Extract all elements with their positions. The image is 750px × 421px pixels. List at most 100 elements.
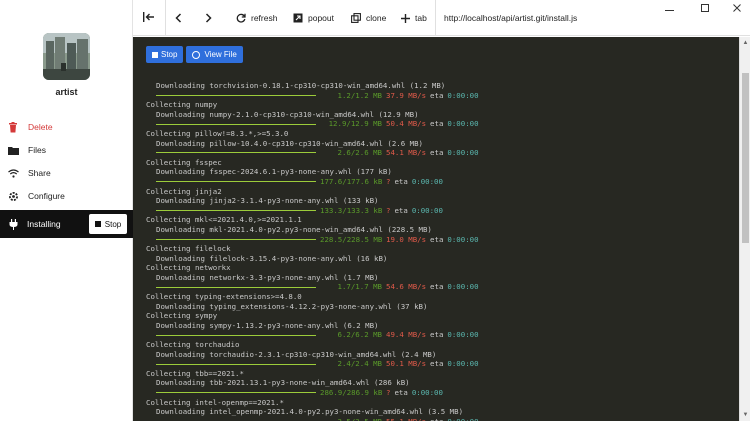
collapse-icon xyxy=(143,9,155,27)
terminal-panel: Stop View File Downloading torchvision-0… xyxy=(133,37,739,421)
log-line: Downloading networkx-3.3-py3-none-any.wh… xyxy=(156,272,379,282)
progress-line: 6.2/6.2 MB 49.4 MB/s eta 0:00:00 xyxy=(146,330,736,340)
progress-eta: 0:00:00 xyxy=(411,205,443,215)
progress-line: 3.5/3.5 MB55.1 MB/s eta 0:00:00 xyxy=(146,417,736,421)
progress-bar xyxy=(156,286,316,288)
scroll-thumb[interactable] xyxy=(742,73,749,243)
progress-eta: 0:00:00 xyxy=(411,176,443,186)
installing-label: Installing xyxy=(27,219,61,229)
terminal-stop-label: Stop xyxy=(161,50,178,59)
configure-button[interactable]: Configure xyxy=(0,185,133,207)
progress-eta: 0:00:00 xyxy=(447,417,478,421)
files-button[interactable]: Files xyxy=(0,139,133,161)
progress-speed: 49.4 MB/s xyxy=(386,330,427,340)
log-line: Downloading mkl-2021.4.0-py2.py3-none-wi… xyxy=(156,224,432,234)
configure-label: Configure xyxy=(28,191,65,201)
progress-eta: 0:00:00 xyxy=(447,282,479,292)
progress-eta: 0:00:00 xyxy=(447,148,479,158)
progress-eta-label: eta xyxy=(394,176,408,186)
log-line: Downloading torchaudio-2.3.1-cp310-cp310… xyxy=(156,349,437,359)
popout-button[interactable]: popout xyxy=(293,0,334,36)
clone-label: clone xyxy=(366,13,387,23)
log-line: Downloading fsspec-2024.6.1-py3-none-any… xyxy=(156,167,392,177)
back-button[interactable] xyxy=(175,0,187,36)
progress-size: 1.7/1.7 MB xyxy=(337,282,383,292)
progress-eta: 0:00:00 xyxy=(447,330,479,340)
log-line: Downloading filelock-3.15.4-py3-none-any… xyxy=(156,253,388,263)
progress-bar xyxy=(156,392,316,394)
delete-button[interactable]: Delete xyxy=(0,116,133,138)
installing-status: Installing Stop xyxy=(0,210,133,238)
close-icon xyxy=(733,3,741,15)
vertical-scrollbar[interactable]: ▲ ▼ xyxy=(739,37,750,421)
stop-icon xyxy=(94,221,101,227)
log-line: Downloading torchvision-0.18.1-cp310-cp3… xyxy=(156,81,446,90)
log-line: Downloading typing_extensions-4.12.2-py3… xyxy=(156,301,428,311)
chevron-right-icon xyxy=(205,13,212,23)
progress-line: 133.3/133.3 kB? eta 0:00:00 xyxy=(146,206,736,216)
log-line: Collecting intel-openmp==2021.* xyxy=(146,397,284,407)
progress-eta-label: eta xyxy=(430,282,444,292)
progress-size: 2.6/2.6 MB xyxy=(337,148,383,158)
tab-label: tab xyxy=(415,13,427,23)
progress-speed: 50.1 MB/s xyxy=(386,359,427,369)
refresh-button[interactable]: refresh xyxy=(236,0,277,36)
log-line: Collecting mkl<=2021.4.0,>=2021.1.1 xyxy=(146,215,302,225)
progress-size: 12.9/12.9 MB xyxy=(328,119,382,129)
view-file-button[interactable]: View File xyxy=(186,46,243,63)
progress-speed: ? xyxy=(386,205,391,215)
log-line: Collecting numpy xyxy=(146,100,218,110)
log-line: Collecting sympy xyxy=(146,311,218,321)
sidebar-stop-label: Stop xyxy=(104,219,122,229)
log-line: Collecting torchaudio xyxy=(146,340,240,350)
log-line: Downloading jinja2-3.1.4-py3-none-any.wh… xyxy=(156,196,379,206)
files-label: Files xyxy=(28,145,46,155)
clone-button[interactable]: clone xyxy=(351,0,386,36)
eye-icon xyxy=(192,50,201,59)
scroll-down-icon[interactable]: ▼ xyxy=(740,409,750,421)
progress-bar xyxy=(156,181,316,183)
progress-speed: 54.1 MB/s xyxy=(386,148,427,158)
progress-bar xyxy=(156,94,316,96)
progress-eta: 0:00:00 xyxy=(447,359,479,369)
forward-button[interactable] xyxy=(205,0,217,36)
progress-eta: 0:00:00 xyxy=(447,119,479,129)
plus-icon xyxy=(401,13,410,23)
progress-speed: 54.6 MB/s xyxy=(386,282,427,292)
terminal-stop-button[interactable]: Stop xyxy=(146,46,184,63)
log-line: Downloading intel_openmp-2021.4.0-py2.py… xyxy=(156,407,464,417)
minimize-icon xyxy=(664,4,674,15)
gear-icon xyxy=(7,190,19,202)
progress-size: 133.3/133.3 kB xyxy=(320,205,383,215)
progress-size: 1.2/1.2 MB xyxy=(337,90,383,100)
sidebar-stop-button[interactable]: Stop xyxy=(89,214,127,234)
progress-size: 6.2/6.2 MB xyxy=(337,330,383,340)
progress-eta: 0:00:00 xyxy=(411,388,443,397)
progress-eta-label: eta xyxy=(430,234,444,244)
log-line: Downloading numpy-2.1.0-cp310-cp310-win_… xyxy=(156,109,419,119)
app-name: artist xyxy=(55,87,78,97)
plug-icon xyxy=(7,218,19,230)
delete-label: Delete xyxy=(28,122,53,132)
minimize-button[interactable] xyxy=(658,0,680,18)
terminal-log: Downloading torchvision-0.18.1-cp310-cp3… xyxy=(146,81,736,421)
share-label: Share xyxy=(28,168,51,178)
view-file-label: View File xyxy=(204,50,237,59)
url-address[interactable]: http://localhost/api/artist.git/install.… xyxy=(444,0,577,36)
progress-line: 1.2/1.2 MB 37.9 MB/s eta 0:00:00 xyxy=(146,91,736,101)
scroll-up-icon[interactable]: ▲ xyxy=(740,37,750,49)
close-button[interactable] xyxy=(726,0,748,18)
progress-eta-label: eta xyxy=(394,205,408,215)
refresh-label: refresh xyxy=(251,13,278,23)
folder-icon xyxy=(7,144,19,156)
progress-line: 1.7/1.7 MB 54.6 MB/s eta 0:00:00 xyxy=(146,282,736,292)
progress-line: 2.4/2.4 MB 50.1 MB/s eta 0:00:00 xyxy=(146,359,736,369)
progress-bar xyxy=(156,334,316,336)
share-button[interactable]: Share xyxy=(0,162,133,184)
new-tab-button[interactable]: tab xyxy=(401,0,427,36)
collapse-sidebar-button[interactable] xyxy=(133,0,166,36)
sidebar: artist Delete Files Share Configure Inst… xyxy=(0,0,133,421)
log-line: Collecting filelock xyxy=(146,244,231,254)
maximize-button[interactable] xyxy=(694,0,716,18)
top-bar: refresh popout clone tab http://localhos… xyxy=(133,0,750,36)
